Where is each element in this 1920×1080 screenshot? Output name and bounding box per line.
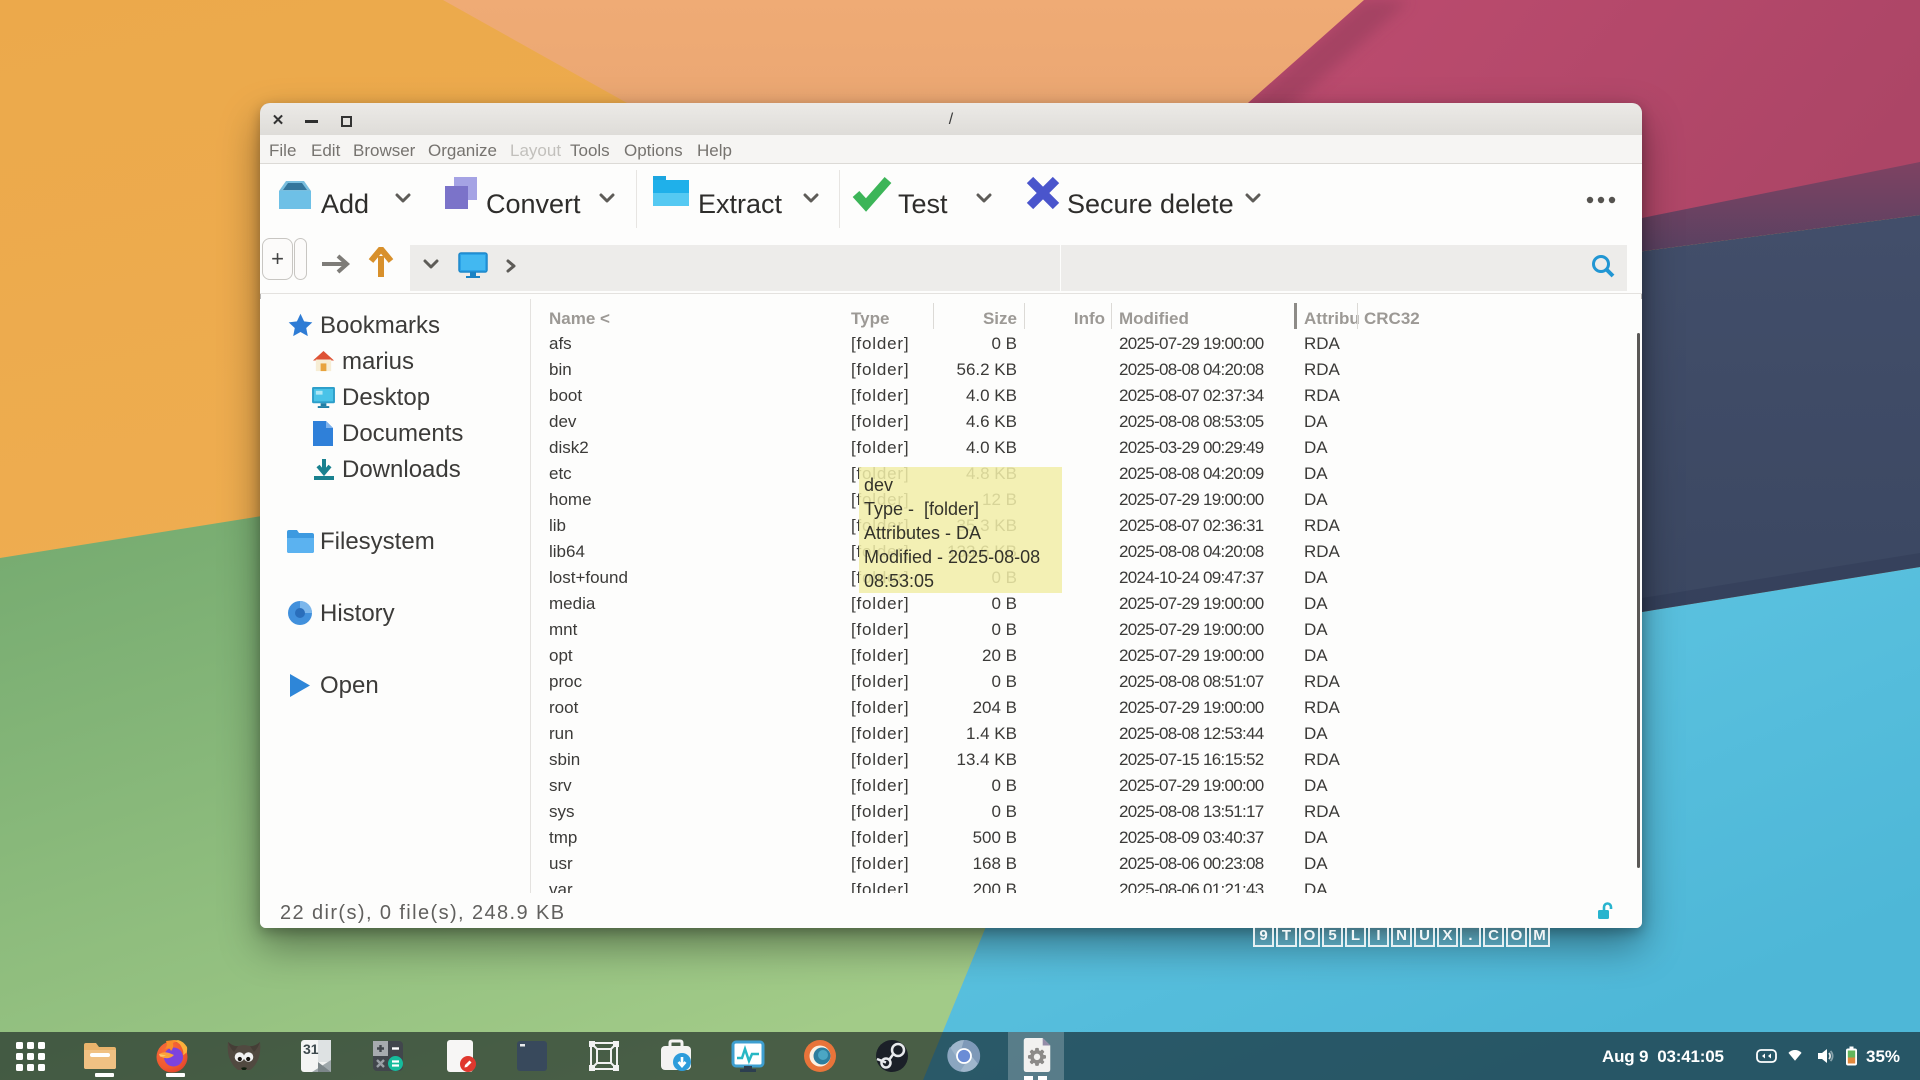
svg-text:31: 31 (303, 1041, 319, 1057)
